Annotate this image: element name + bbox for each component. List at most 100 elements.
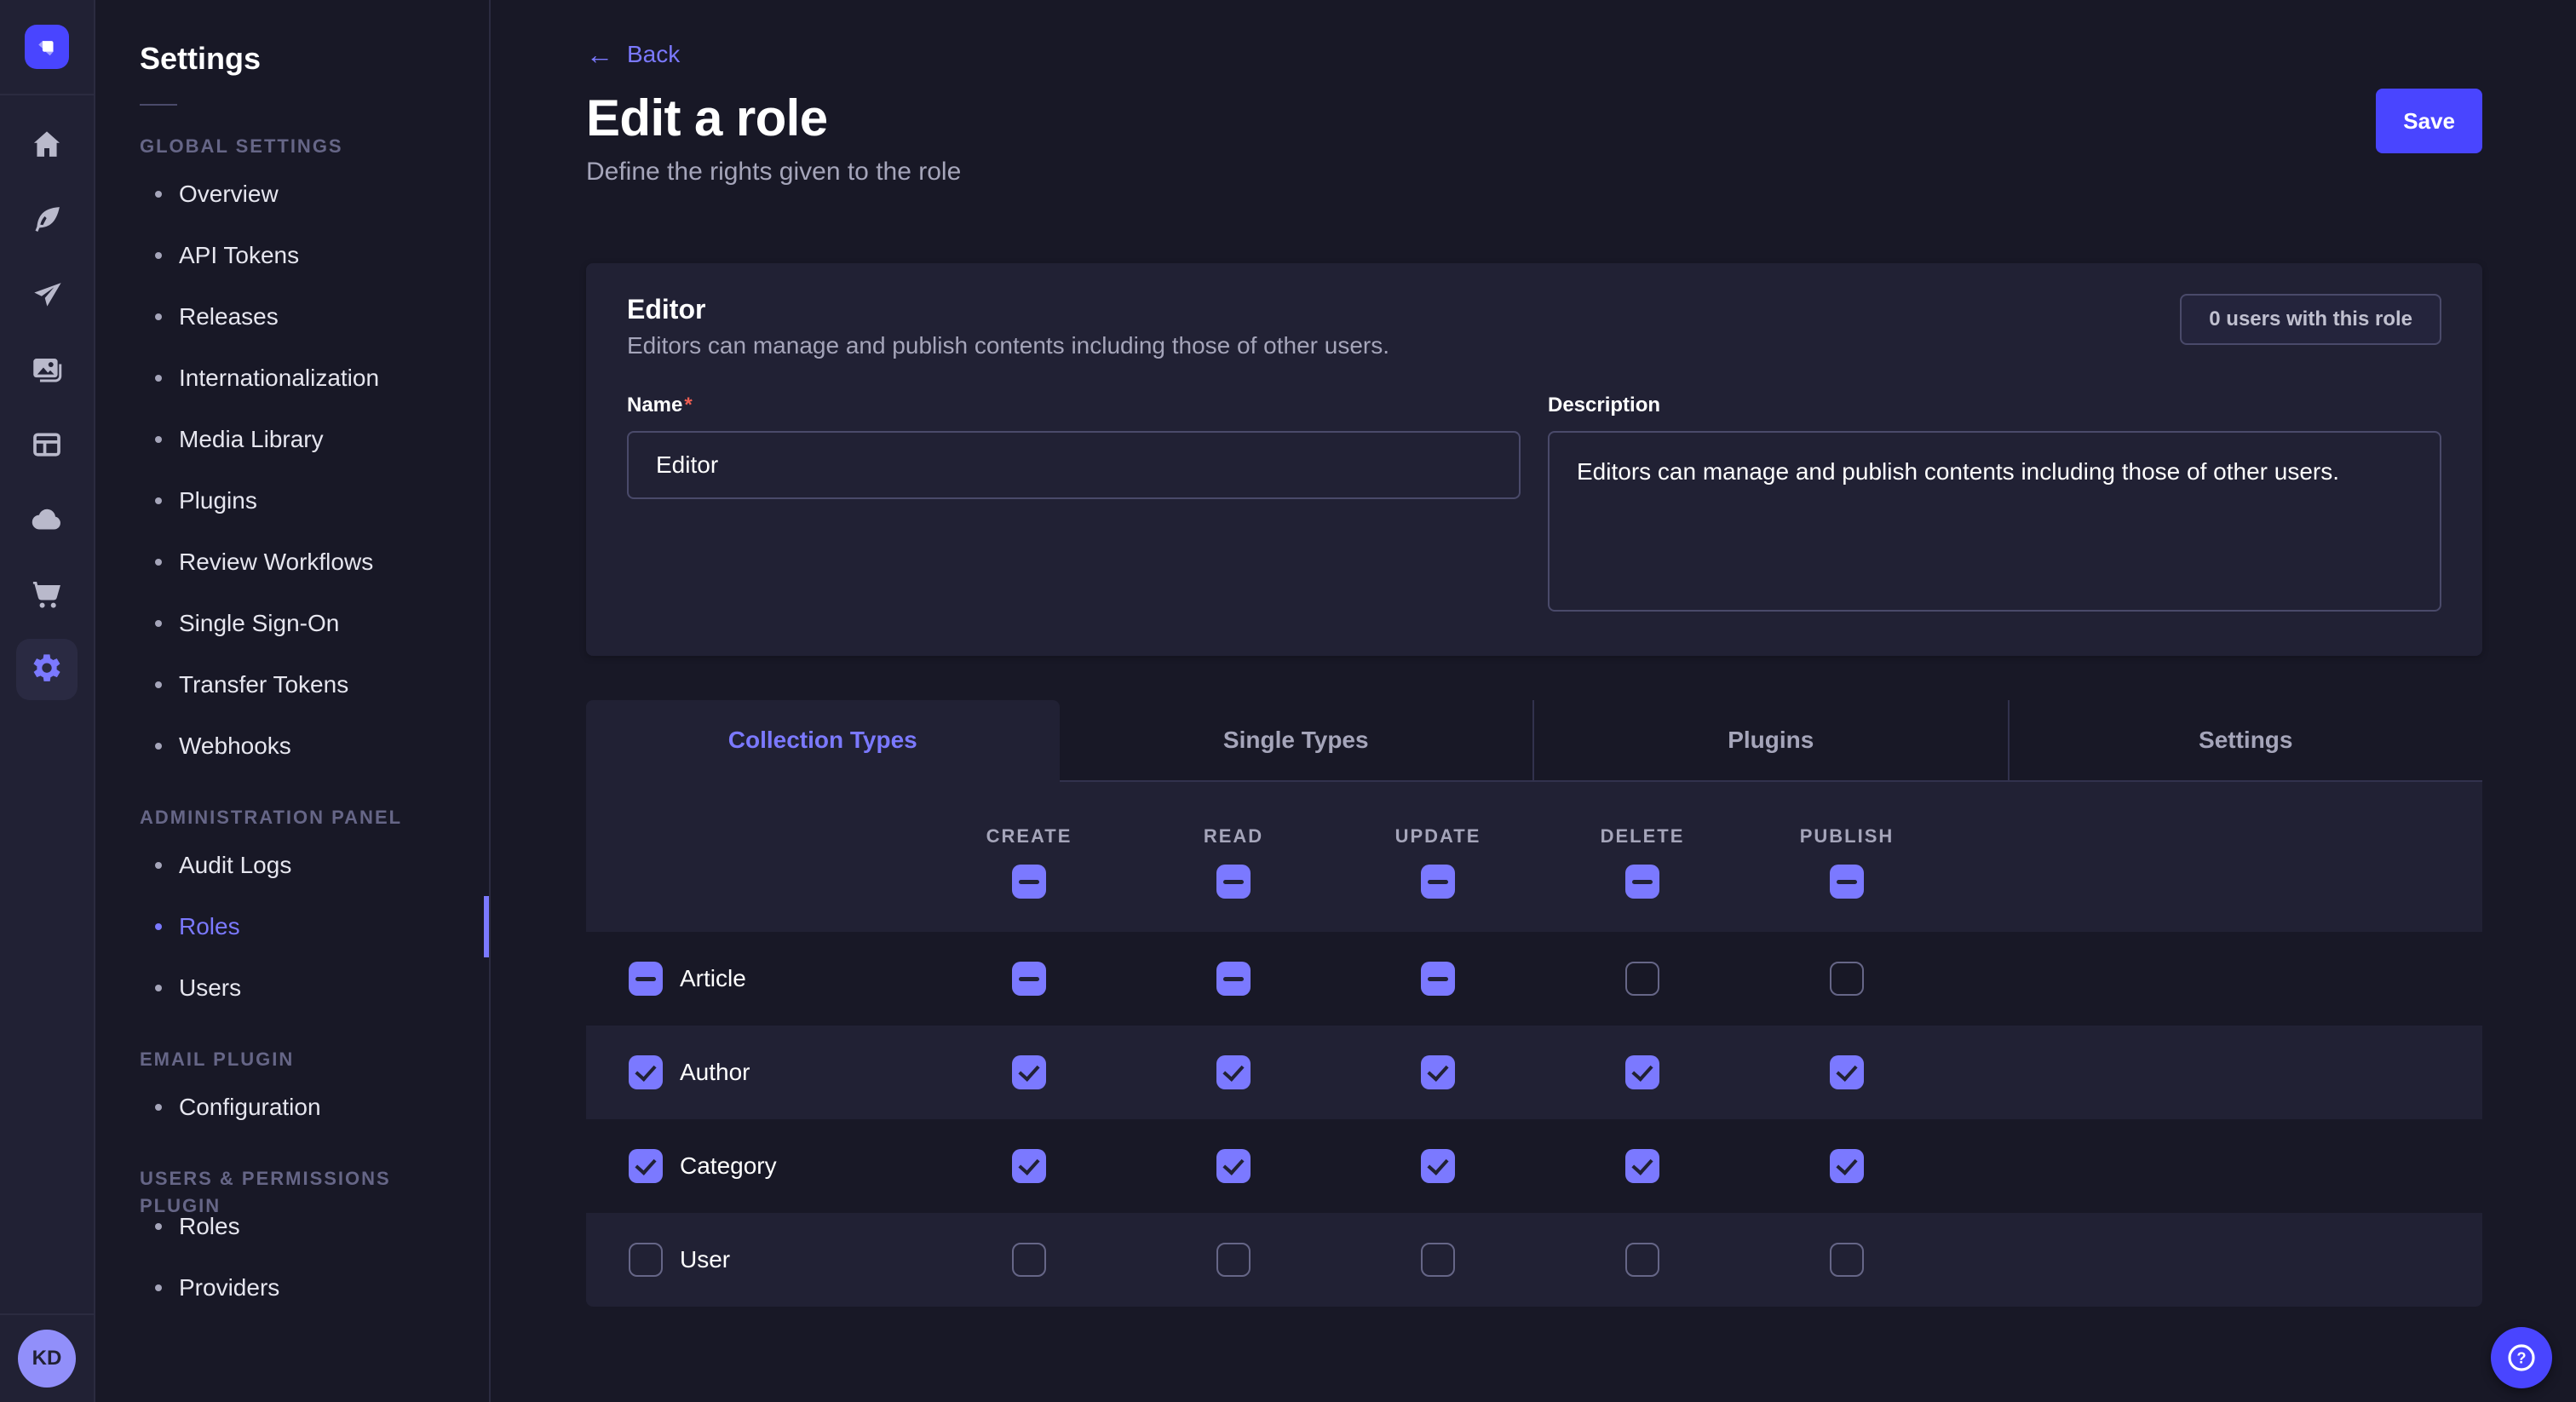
back-label: Back [627,41,680,68]
subnav-item-audit-logs[interactable]: Audit Logs [95,835,489,896]
subnav-item-releases[interactable]: Releases [95,286,489,348]
subnav-item-configuration[interactable]: Configuration [95,1077,489,1138]
subnav-item-review-workflows[interactable]: Review Workflows [95,531,489,593]
checkbox-category-publish[interactable] [1830,1149,1864,1183]
nav-cart[interactable] [9,557,84,632]
settings-subnav: Settings GLOBAL SETTINGSOverviewAPI Toke… [95,0,491,1402]
cell-author-publish [1745,1055,1949,1089]
subnav-item-label: Webhooks [179,733,291,760]
nav-paper-plane[interactable] [9,257,84,332]
row-label-cell: Author [586,1055,927,1089]
checkbox-article-update[interactable] [1421,962,1455,996]
subnav-item-media-library[interactable]: Media Library [95,409,489,470]
subnav-item-single-sign-on[interactable]: Single Sign-On [95,593,489,654]
cell-user-update [1336,1243,1540,1277]
subnav-item-transfer-tokens[interactable]: Transfer Tokens [95,654,489,715]
back-link[interactable]: ← Back [586,41,680,68]
nav-gear[interactable] [9,632,84,707]
nav-home[interactable] [9,107,84,182]
nav-media-library[interactable] [9,332,84,407]
checkbox-article[interactable] [629,962,663,996]
subnav-item-plugins[interactable]: Plugins [95,470,489,531]
checkbox-all-create[interactable] [1012,865,1046,899]
subnav-item-roles[interactable]: Roles [95,896,489,957]
column-label: READ [1204,825,1263,848]
subnav-item-api-tokens[interactable]: API Tokens [95,225,489,286]
checkbox-all-update[interactable] [1421,865,1455,899]
avatar[interactable]: KD [18,1330,76,1388]
main-content: ← Back Edit a role Define the rights giv… [491,0,2576,1402]
checkbox-user-update[interactable] [1421,1243,1455,1277]
role-fields: Name* Description Editors can manage and… [627,394,2441,618]
subnav-section-header: EMAIL PLUGIN [95,1046,489,1073]
tab-collection-types[interactable]: Collection Types [586,700,1060,782]
checkbox-all-delete[interactable] [1625,865,1659,899]
subnav-item-overview[interactable]: Overview [95,164,489,225]
strapi-logo[interactable] [25,25,69,69]
checkbox-user-publish[interactable] [1830,1243,1864,1277]
bullet-icon [155,252,162,259]
column-label: CREATE [986,825,1072,848]
cell-category-update [1336,1149,1540,1183]
icon-wrap [29,502,65,537]
subnav-item-roles[interactable]: Roles [95,1196,489,1257]
cell-category-read [1131,1149,1336,1183]
checkbox-article-read[interactable] [1216,962,1251,996]
checkbox-category-delete[interactable] [1625,1149,1659,1183]
nav-cloud[interactable] [9,482,84,557]
tab-plugins[interactable]: Plugins [1532,700,2008,782]
cell-user-publish [1745,1243,1949,1277]
checkbox-category-read[interactable] [1216,1149,1251,1183]
checkbox-author-read[interactable] [1216,1055,1251,1089]
cell-article-update [1336,962,1540,996]
checkbox-article-delete[interactable] [1625,962,1659,996]
checkbox-author[interactable] [629,1055,663,1089]
checkbox-author-delete[interactable] [1625,1055,1659,1089]
checkbox-author-create[interactable] [1012,1055,1046,1089]
bullet-icon [155,985,162,991]
table-row-author: Author [586,1026,2482,1119]
description-textarea[interactable]: Editors can manage and publish contents … [1548,431,2441,612]
app-window: KD Settings GLOBAL SETTINGSOverviewAPI T… [0,0,2576,1402]
cell-article-create [927,962,1131,996]
subnav-item-providers[interactable]: Providers [95,1257,489,1319]
checkbox-all-publish[interactable] [1830,865,1864,899]
cart-icon [29,577,65,612]
name-field-group: Name* [627,394,1521,618]
checkbox-category-update[interactable] [1421,1149,1455,1183]
permissions-header-col-publish: PUBLISH [1745,815,1949,899]
bullet-icon [155,1284,162,1291]
checkbox-all-read[interactable] [1216,865,1251,899]
checkbox-category[interactable] [629,1149,663,1183]
checkbox-author-update[interactable] [1421,1055,1455,1089]
table-row-article: Article [586,932,2482,1026]
checkbox-article-create[interactable] [1012,962,1046,996]
subnav-item-internationalization[interactable]: Internationalization [95,348,489,409]
subnav-item-users[interactable]: Users [95,957,489,1019]
help-button[interactable]: ? [2491,1327,2552,1388]
row-label: Author [680,1059,750,1086]
tab-single-types[interactable]: Single Types [1060,700,1533,782]
subnav-item-label: Internationalization [179,365,379,392]
checkbox-user-create[interactable] [1012,1243,1046,1277]
bullet-icon [155,191,162,198]
tab-settings[interactable]: Settings [2008,700,2483,782]
save-button[interactable]: Save [2376,89,2482,153]
name-input[interactable] [627,431,1521,499]
checkbox-user-read[interactable] [1216,1243,1251,1277]
page-title: Edit a role [586,89,961,147]
checkbox-author-publish[interactable] [1830,1055,1864,1089]
cell-author-update [1336,1055,1540,1089]
checkbox-user[interactable] [629,1243,663,1277]
row-label: Article [680,965,746,992]
users-with-role-button[interactable]: 0 users with this role [2180,294,2441,345]
checkbox-article-publish[interactable] [1830,962,1864,996]
checkbox-category-create[interactable] [1012,1149,1046,1183]
media-library-icon [29,352,65,388]
bullet-icon [155,681,162,688]
subnav-item-webhooks[interactable]: Webhooks [95,715,489,777]
role-description-text: Editors can manage and publish contents … [627,332,1389,359]
nav-layout[interactable] [9,407,84,482]
checkbox-user-delete[interactable] [1625,1243,1659,1277]
nav-feather[interactable] [9,182,84,257]
